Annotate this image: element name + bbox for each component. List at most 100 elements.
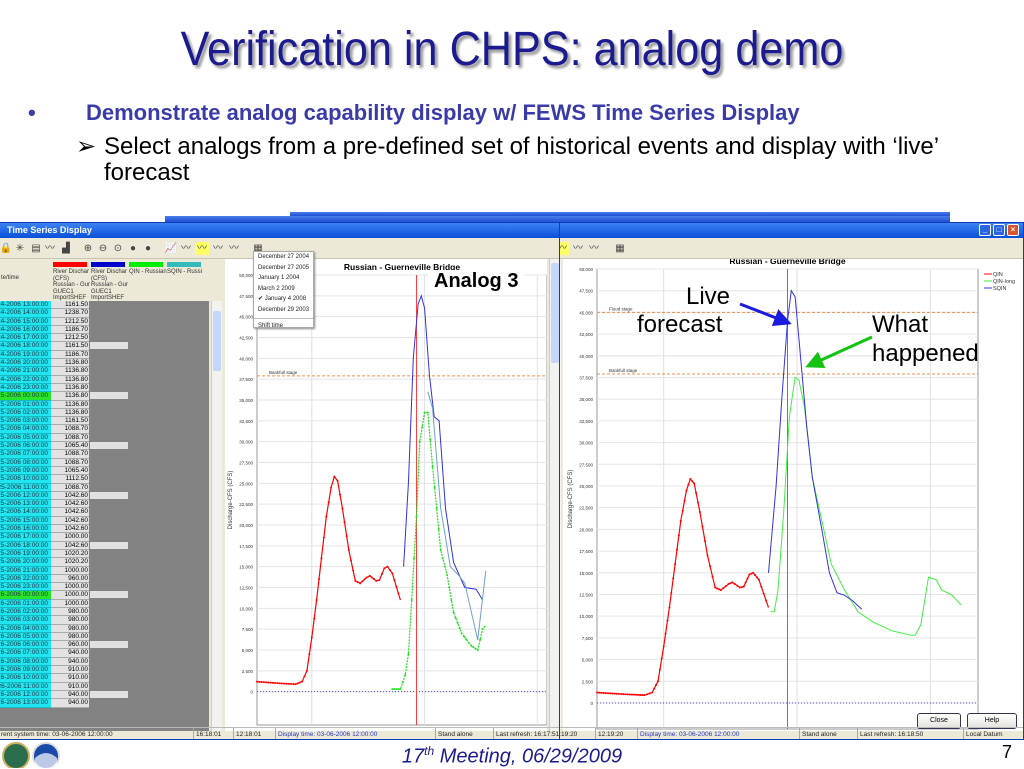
value-cell[interactable]: 980.00 [51, 624, 89, 633]
value-cell[interactable]: 940.00 [51, 649, 89, 658]
table-row[interactable]: 02-25-2006 14:00:001042.60 [0, 508, 209, 517]
table-row[interactable]: 02-24-2006 21:00:001136.80 [0, 367, 209, 376]
disabled-icon[interactable]: ● [141, 242, 155, 255]
table-row[interactable]: 02-25-2006 02:00:001136.80 [0, 408, 209, 418]
value-cell[interactable]: 1136.80 [51, 392, 89, 401]
menu-item-analog[interactable]: December 27 2004 [254, 252, 313, 263]
value-cell[interactable]: 1136.80 [51, 383, 89, 393]
value-cell[interactable]: 980.00 [51, 607, 89, 617]
table-row[interactable]: 02-24-2006 18:00:001161.50 [0, 342, 209, 351]
table-row[interactable]: 02-26-2006 10:00:00910.00 [0, 674, 209, 683]
table-row[interactable]: 02-25-2006 16:00:001042.60 [0, 525, 209, 534]
table-row[interactable]: 02-24-2006 13:00:001161.50 [0, 301, 209, 310]
value-cell[interactable]: 1065.40 [51, 442, 89, 451]
menu-item-analog-checked[interactable]: ✔ January 4 2008 [254, 294, 313, 305]
graph-icon[interactable]: 〰 [43, 242, 57, 255]
menu-item-analog[interactable]: March 2 2009 [254, 284, 313, 295]
value-cell[interactable]: 1161.50 [51, 342, 89, 351]
table-row[interactable]: 02-25-2006 19:00:001020.20 [0, 549, 209, 559]
value-cell[interactable]: 1212.50 [51, 334, 89, 343]
value-cell[interactable]: 1042.60 [51, 491, 89, 501]
value-cell[interactable]: 1186.70 [51, 350, 89, 360]
table-row[interactable]: 02-26-2006 09:00:00910.00 [0, 666, 209, 675]
table-row[interactable]: 02-26-2006 00:00:001000.00 [0, 591, 209, 600]
table-row[interactable]: 02-25-2006 05:00:001088.70 [0, 433, 209, 443]
value-cell[interactable]: 1136.80 [51, 400, 89, 409]
table-row[interactable]: 02-26-2006 01:00:001000.00 [0, 599, 209, 608]
value-cell[interactable]: 1000.00 [51, 591, 89, 600]
value-cell[interactable]: 940.00 [51, 690, 89, 700]
table-row[interactable]: 02-26-2006 02:00:00980.00 [0, 607, 209, 617]
menu-item-analog[interactable]: December 29 2003 [254, 305, 313, 316]
table-row[interactable]: 02-25-2006 04:00:001088.70 [0, 425, 209, 434]
chart-icon[interactable]: 〰 [179, 242, 193, 255]
value-cell[interactable]: 1161.50 [51, 417, 89, 426]
zoom-icon[interactable]: ⊙ [111, 242, 125, 255]
table-row[interactable]: 02-25-2006 00:00:001136.80 [0, 392, 209, 401]
chart-icon[interactable]: 〰 [587, 242, 601, 255]
value-cell[interactable]: 1000.00 [51, 583, 89, 592]
value-cell[interactable]: 1020.20 [51, 558, 89, 567]
value-cell[interactable]: 1000.00 [51, 599, 89, 608]
empty-cell[interactable] [90, 491, 128, 499]
value-cell[interactable]: 1042.60 [51, 525, 89, 534]
value-cell[interactable]: 1020.20 [51, 549, 89, 559]
table-row[interactable]: 02-24-2006 14:00:001238.70 [0, 309, 209, 318]
table-row[interactable]: 02-25-2006 09:00:001065.40 [0, 466, 209, 476]
table-row[interactable]: 02-25-2006 01:00:001136.80 [0, 400, 209, 409]
value-cell[interactable]: 1136.80 [51, 375, 89, 384]
empty-cell[interactable] [90, 591, 128, 599]
table-row[interactable]: 02-26-2006 06:00:00960.00 [0, 641, 209, 650]
value-cell[interactable]: 1136.80 [51, 359, 89, 368]
table-row[interactable]: 02-24-2006 20:00:001136.80 [0, 359, 209, 368]
column-header[interactable]: SQIN - Russi [167, 259, 205, 301]
table-row[interactable]: 02-26-2006 04:00:00980.00 [0, 624, 209, 633]
value-cell[interactable]: 1136.80 [51, 408, 89, 418]
column-header[interactable]: River Dischar (CFS) Russian - Gur GUEC1 Impo… [91, 259, 129, 301]
value-cell[interactable]: 1000.00 [51, 566, 89, 575]
column-header[interactable]: River Dischar (CFS) Russian - Gur GUEC1 Impo… [53, 259, 91, 301]
zoom-out-icon[interactable]: ⊖ [96, 242, 110, 255]
table-row[interactable]: 02-24-2006 23:00:001136.80 [0, 383, 209, 393]
value-cell[interactable]: 1088.70 [51, 433, 89, 443]
table-row[interactable]: 02-25-2006 17:00:001000.00 [0, 533, 209, 542]
empty-cell[interactable] [90, 641, 128, 649]
table-row[interactable]: 02-25-2006 20:00:001020.20 [0, 558, 209, 567]
table-scrollbar[interactable] [211, 301, 222, 731]
table-row[interactable]: 02-25-2006 15:00:001042.60 [0, 516, 209, 526]
table-row[interactable]: 02-26-2006 11:00:00910.00 [0, 682, 209, 691]
table-row[interactable]: 02-24-2006 19:00:001186.70 [0, 350, 209, 360]
disabled-icon[interactable]: ● [126, 242, 140, 255]
table-row[interactable]: 02-26-2006 12:00:00940.00 [0, 690, 209, 700]
empty-cell[interactable] [90, 392, 128, 400]
value-cell[interactable]: 1161.50 [51, 301, 89, 310]
value-cell[interactable]: 1042.60 [51, 516, 89, 526]
scrollbar-thumb[interactable] [551, 263, 559, 363]
value-cell[interactable]: 910.00 [51, 666, 89, 675]
lock-icon[interactable]: 🔒 [0, 242, 13, 255]
table-row[interactable]: 02-25-2006 22:00:00960.00 [0, 574, 209, 584]
table-row[interactable]: 02-24-2006 15:00:001212.50 [0, 317, 209, 326]
minimize-icon[interactable]: _ [979, 224, 991, 236]
table-row[interactable]: 02-24-2006 16:00:001186.70 [0, 325, 209, 335]
value-cell[interactable]: 940.00 [51, 699, 89, 708]
empty-cell[interactable] [90, 442, 128, 450]
table-row[interactable]: 02-25-2006 21:00:001000.00 [0, 566, 209, 575]
table-row[interactable]: 02-25-2006 08:00:001088.70 [0, 458, 209, 467]
value-cell[interactable]: 910.00 [51, 682, 89, 691]
value-cell[interactable]: 1042.60 [51, 508, 89, 517]
value-cell[interactable]: 980.00 [51, 616, 89, 625]
sun-icon[interactable]: ✳ [13, 242, 27, 255]
menu-item-analog[interactable]: January 1 2004 [254, 273, 313, 284]
table-row[interactable]: 02-26-2006 05:00:00980.00 [0, 632, 209, 642]
table-row[interactable]: 02-25-2006 12:00:001042.60 [0, 491, 209, 501]
table-icon[interactable]: ▤ [29, 242, 43, 255]
chart-icon[interactable]: 📈 [164, 242, 178, 255]
value-cell[interactable]: 910.00 [51, 674, 89, 683]
table-row[interactable]: 02-26-2006 13:00:00940.00 [0, 699, 209, 708]
maximize-icon[interactable]: □ [993, 224, 1005, 236]
value-cell[interactable]: 1238.70 [51, 309, 89, 318]
table-row[interactable]: 02-26-2006 07:00:00940.00 [0, 649, 209, 658]
zoom-in-icon[interactable]: ⊕ [81, 242, 95, 255]
value-cell[interactable]: 1088.70 [51, 483, 89, 492]
